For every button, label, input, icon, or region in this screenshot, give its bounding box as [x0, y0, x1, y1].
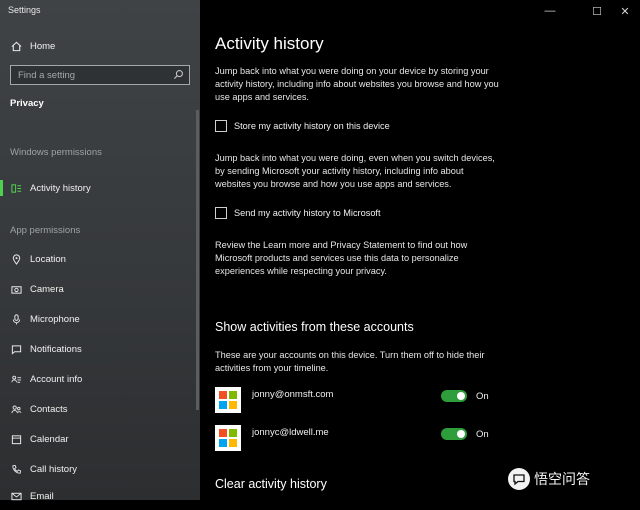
checkbox-label: Store my activity history on this device	[234, 121, 390, 131]
category-title: Privacy	[10, 98, 44, 109]
email-icon	[10, 490, 22, 502]
sidebar-item-camera[interactable]: Camera	[0, 275, 200, 303]
account-email: jonny@onmsft.com	[252, 389, 334, 400]
checkbox-box[interactable]	[215, 207, 227, 219]
toggle-knob	[457, 392, 465, 400]
sidebar: Settings Home Privacy Windows permission…	[0, 0, 200, 502]
search-icon[interactable]	[173, 69, 185, 81]
toggle-state: On	[476, 429, 489, 440]
windows-permissions-header: Windows permissions	[10, 147, 102, 158]
activity-history-icon	[10, 182, 22, 194]
sidebar-item-account-info[interactable]: Account info	[0, 365, 200, 393]
contacts-icon	[10, 403, 22, 415]
location-icon	[10, 253, 22, 265]
page-title: Activity history	[215, 34, 324, 53]
accounts-heading: Show activities from these accounts	[215, 320, 414, 334]
review-text: Review the Learn more and Privacy Statem…	[215, 240, 468, 276]
sidebar-item-label: Notifications	[30, 343, 82, 355]
checkbox-box[interactable]	[215, 120, 227, 132]
accounts-description: These are your accounts on this device. …	[215, 350, 485, 373]
calendar-icon	[10, 433, 22, 445]
sidebar-item-label: Account info	[30, 373, 83, 385]
sidebar-item-contacts[interactable]: Contacts	[0, 395, 200, 423]
watermark: 悟空问答	[508, 466, 636, 492]
microphone-icon	[10, 313, 22, 325]
sidebar-item-notifications[interactable]: Notifications	[0, 335, 200, 363]
account-row: jonnyc@ldwell.me On	[215, 425, 495, 451]
account-row: jonny@onmsft.com On	[215, 387, 495, 413]
app-permissions-header: App permissions	[10, 225, 81, 236]
app-title: Settings	[8, 5, 41, 15]
watermark-text: 悟空问答	[534, 471, 590, 487]
sidebar-item-label: Microphone	[30, 313, 80, 325]
sidebar-item-microphone[interactable]: Microphone	[0, 305, 200, 333]
maximize-button[interactable]: ☐	[582, 0, 612, 22]
notifications-icon	[10, 343, 22, 355]
close-button[interactable]: ✕	[610, 0, 640, 22]
chat-bubble-icon	[508, 468, 530, 490]
account-toggle[interactable]	[441, 390, 467, 402]
account-toggle[interactable]	[441, 428, 467, 440]
store-history-checkbox[interactable]: Store my activity history on this device	[215, 119, 390, 133]
sidebar-item-label: Camera	[30, 283, 64, 295]
sidebar-item-activity-history[interactable]: Activity history	[0, 174, 200, 202]
sidebar-item-label: Activity history	[30, 182, 91, 194]
call-history-icon	[10, 463, 22, 475]
sidebar-item-label: Home	[30, 40, 56, 52]
sidebar-item-location[interactable]: Location	[0, 245, 200, 273]
home-icon	[10, 40, 22, 52]
microsoft-logo-icon	[215, 425, 241, 451]
sidebar-item-home[interactable]: Home	[0, 32, 200, 60]
account-info-icon	[10, 373, 22, 385]
send-intro-text: Jump back into what you were doing, even…	[215, 153, 495, 189]
sidebar-scrollbar[interactable]	[196, 110, 199, 410]
main-content: — ☐ ✕ Activity history Jump back into wh…	[200, 0, 640, 500]
send-history-checkbox[interactable]: Send my activity history to Microsoft	[215, 206, 381, 220]
checkbox-label: Send my activity history to Microsoft	[234, 208, 381, 218]
sidebar-item-call-history[interactable]: Call history	[0, 455, 200, 483]
sidebar-item-calendar[interactable]: Calendar	[0, 425, 200, 453]
microsoft-logo-icon	[215, 387, 241, 413]
search-box[interactable]	[10, 65, 190, 85]
toggle-state: On	[476, 391, 489, 402]
intro-text: Jump back into what you were doing on yo…	[215, 66, 499, 102]
sidebar-item-label: Contacts	[30, 403, 68, 415]
toggle-knob	[457, 430, 465, 438]
search-input[interactable]	[11, 66, 178, 84]
camera-icon	[10, 283, 22, 295]
minimize-button[interactable]: —	[535, 0, 565, 22]
clear-history-heading: Clear activity history	[215, 477, 327, 491]
sidebar-item-label: Call history	[30, 463, 77, 475]
account-email: jonnyc@ldwell.me	[252, 427, 329, 438]
sidebar-item-label: Calendar	[30, 433, 69, 445]
sidebar-item-email[interactable]: Email	[0, 482, 200, 510]
sidebar-item-label: Location	[30, 253, 66, 265]
